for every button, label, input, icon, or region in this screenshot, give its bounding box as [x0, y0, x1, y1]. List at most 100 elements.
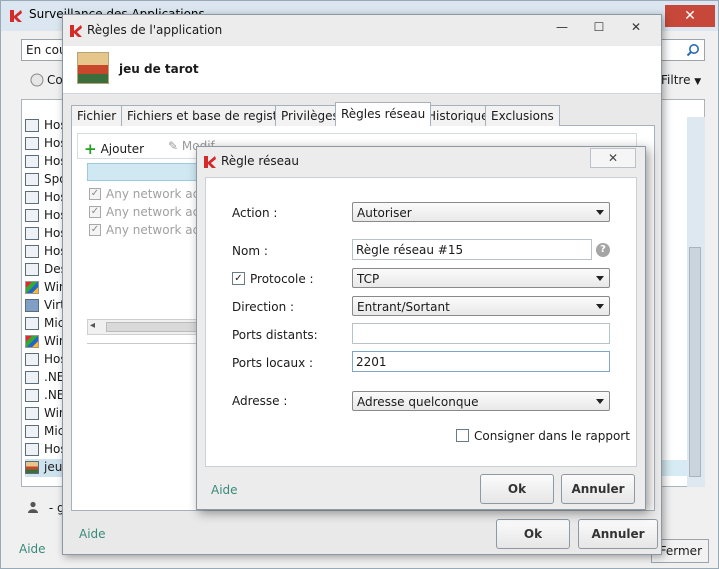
window-icon — [25, 317, 39, 330]
app-rules-title: Règles de l'application — [87, 23, 223, 37]
list-item[interactable]: Hos — [25, 243, 65, 261]
protocol-label: Protocole : — [250, 272, 314, 286]
list-item[interactable]: Virt — [25, 297, 65, 315]
chevron-down-icon: ▼ — [694, 77, 702, 87]
list-item[interactable]: Win — [25, 279, 65, 297]
list-item[interactable]: Hos — [25, 117, 65, 135]
network-rule-title: Règle réseau — [221, 154, 299, 168]
search-value: En cou — [26, 43, 66, 57]
list-item[interactable]: Hos — [25, 351, 65, 369]
list-scrollbar[interactable] — [689, 247, 701, 477]
user-icon — [28, 501, 38, 513]
window-icon — [25, 389, 39, 402]
close-button[interactable]: ✕ — [621, 17, 651, 37]
tab-fichier[interactable]: Fichier — [71, 105, 123, 126]
tab-exclusions[interactable]: Exclusions — [485, 105, 560, 126]
chevron-down-icon — [596, 304, 604, 309]
co-button-label: Co — [47, 73, 63, 87]
windows-logo-icon — [25, 335, 39, 348]
dialog-ok-button[interactable]: Ok — [480, 474, 554, 504]
app-rules-aide-link[interactable]: Aide — [79, 527, 106, 541]
local-ports-value: 2201 — [356, 355, 387, 369]
list-item[interactable]: Hos — [25, 189, 65, 207]
tarot-app-icon — [25, 461, 39, 474]
local-ports-input[interactable]: 2201 — [352, 351, 610, 372]
list-item[interactable]: Hos — [25, 441, 65, 459]
add-rule-button[interactable]: + Ajouter — [84, 139, 144, 158]
list-item[interactable]: Hos — [25, 207, 65, 225]
address-select[interactable]: Adresse quelconque — [352, 391, 610, 411]
list-item[interactable]: Win — [25, 333, 65, 351]
app-rules-titlebar: Règles de l'application — ☐ ✕ — [63, 15, 661, 45]
window-icon — [25, 155, 39, 168]
scroll-left-icon[interactable]: ◂ — [90, 320, 95, 331]
network-rule-form: Action : Autoriser Nom : Règle réseau #1… — [205, 177, 637, 467]
local-ports-label: Ports locaux : — [232, 356, 314, 370]
kaspersky-icon — [70, 25, 82, 37]
rules-hscrollbar[interactable]: ◂ — [87, 319, 211, 335]
chevron-down-icon — [596, 399, 604, 404]
filter-button[interactable]: Filtre ▼ — [661, 73, 701, 87]
dialog-close-button[interactable]: ✕ — [590, 148, 636, 168]
window-icon — [25, 137, 39, 150]
maximize-button[interactable]: ☐ — [584, 17, 614, 37]
action-select[interactable]: Autoriser — [352, 202, 610, 222]
app-rules-cancel-button[interactable]: Annuler — [578, 519, 658, 549]
window-icon — [25, 191, 39, 204]
log-label: Consigner dans le rapport — [474, 429, 630, 443]
search-icon[interactable] — [686, 43, 700, 57]
minimize-button[interactable]: — — [547, 17, 577, 37]
action-value: Autoriser — [357, 206, 412, 220]
help-icon[interactable]: ? — [596, 243, 610, 257]
window-icon — [25, 263, 39, 276]
list-item-label: jeu — [44, 460, 63, 474]
app-rules-ok-button[interactable]: Ok — [496, 519, 570, 549]
window-icon — [25, 173, 39, 186]
list-item[interactable]: Hos — [25, 135, 65, 153]
kaspersky-icon — [10, 10, 22, 22]
direction-select[interactable]: Entrant/Sortant — [352, 296, 610, 316]
chevron-down-icon — [596, 210, 604, 215]
window-icon — [25, 119, 39, 132]
remote-ports-input[interactable] — [352, 323, 610, 344]
rule-row[interactable]: ✓ Any network activ — [87, 185, 214, 203]
windows-logo-icon — [25, 281, 39, 294]
rule-name-value: Règle réseau #15 — [356, 243, 464, 257]
list-item[interactable]: .NE — [25, 369, 65, 387]
list-item[interactable]: Hos — [25, 225, 65, 243]
list-item[interactable]: Spo — [25, 171, 65, 189]
protocol-select[interactable]: TCP — [352, 268, 610, 288]
rule-row[interactable]: ✓ Any network activ — [87, 221, 214, 239]
list-item[interactable]: Des — [25, 261, 65, 279]
rules-list: ✓ Any network activ ✓ Any network activ ✓ A… — [87, 185, 214, 365]
log-checkbox[interactable] — [456, 429, 469, 442]
app-header: jeu de tarot — [63, 46, 661, 94]
rule-checkbox[interactable]: ✓ — [89, 188, 101, 200]
rule-checkbox[interactable]: ✓ — [89, 224, 101, 236]
rule-row[interactable]: ✓ Any network activ — [87, 203, 214, 221]
list-item[interactable]: jeu — [25, 459, 65, 477]
address-label: Adresse : — [232, 394, 288, 408]
dialog-cancel-button[interactable]: Annuler — [561, 474, 635, 504]
list-item[interactable]: .NE — [25, 387, 65, 405]
list-item[interactable]: Mic — [25, 315, 65, 333]
list-item[interactable]: Hos — [25, 153, 65, 171]
list-item[interactable]: Mic — [25, 423, 65, 441]
rule-checkbox[interactable]: ✓ — [89, 206, 101, 218]
background-aide-link[interactable]: Aide — [19, 542, 46, 556]
protocol-checkbox[interactable]: ✓ — [232, 272, 245, 285]
tab-historique[interactable]: Historique — [421, 105, 495, 126]
window-icon — [25, 371, 39, 384]
direction-label: Direction : — [232, 300, 295, 314]
list-item[interactable]: Win — [25, 405, 65, 423]
window-controls: — ☐ ✕ — [547, 17, 659, 39]
scroll-thumb[interactable] — [106, 322, 206, 332]
rule-name-input[interactable]: Règle réseau #15 — [352, 239, 592, 260]
co-button[interactable]: Co — [26, 69, 66, 93]
cancel-circle-icon — [30, 73, 44, 87]
remote-ports-label: Ports distants: — [232, 328, 318, 342]
app-monitor-close-button[interactable]: ✕ — [665, 5, 715, 27]
list-divider — [87, 343, 211, 344]
dialog-aide-link[interactable]: Aide — [211, 483, 238, 497]
tab-regles-reseau[interactable]: Règles réseau — [335, 102, 432, 126]
